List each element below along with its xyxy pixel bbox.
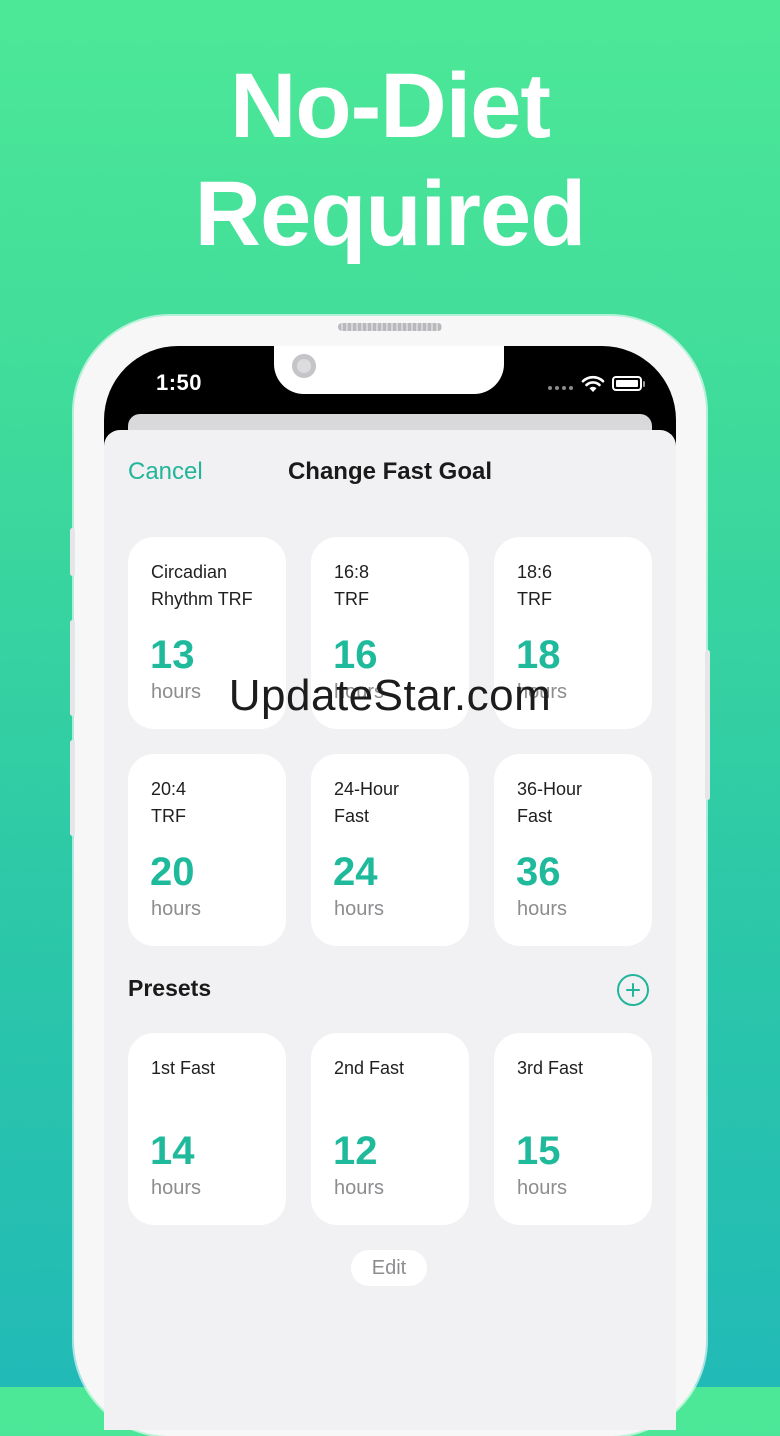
goal-unit: hours bbox=[517, 681, 568, 703]
cancel-button[interactable]: Cancel bbox=[128, 458, 203, 486]
battery-tip bbox=[643, 381, 645, 387]
goal-name: 24-Hour Fast bbox=[334, 779, 400, 826]
edit-presets-button[interactable]: Edit bbox=[351, 1250, 427, 1286]
goal-hours: 24 bbox=[333, 850, 378, 894]
preset-card-2[interactable]: 2nd Fast 12 hours bbox=[311, 1033, 469, 1225]
add-preset-button[interactable] bbox=[617, 974, 649, 1006]
headline-line-1: No-Diet bbox=[229, 55, 551, 157]
sheet-title: Change Fast Goal bbox=[287, 458, 493, 485]
goal-unit: hours bbox=[517, 898, 568, 920]
goal-name: 36-Hour Fast bbox=[517, 779, 583, 826]
preset-hours: 15 bbox=[516, 1129, 561, 1173]
goal-name: 18:6 TRF bbox=[517, 562, 553, 609]
headline-line-2: Required bbox=[194, 163, 587, 265]
power-button bbox=[705, 650, 710, 800]
status-icons bbox=[546, 374, 656, 394]
preset-card-1[interactable]: 1st Fast 14 hours bbox=[128, 1033, 286, 1225]
wifi-icon bbox=[581, 375, 605, 392]
preset-card-3[interactable]: 3rd Fast 15 hours bbox=[494, 1033, 652, 1225]
preset-unit: hours bbox=[517, 1177, 568, 1199]
preset-unit: hours bbox=[334, 1177, 385, 1199]
battery-icon bbox=[612, 376, 642, 391]
goal-card-36-hour[interactable]: 36-Hour Fast 36 hours bbox=[494, 754, 652, 946]
goal-card-16-8[interactable]: 16:8 TRF 16 hours bbox=[311, 537, 469, 729]
goal-unit: hours bbox=[334, 898, 385, 920]
preset-name: 1st Fast bbox=[151, 1058, 216, 1078]
preset-name: 3rd Fast bbox=[517, 1058, 584, 1078]
goal-hours: 36 bbox=[516, 850, 561, 894]
speaker-grille bbox=[338, 323, 442, 331]
status-time: 1:50 bbox=[156, 370, 203, 395]
goal-card-20-4[interactable]: 20:4 TRF 20 hours bbox=[128, 754, 286, 946]
goal-hours: 20 bbox=[150, 850, 195, 894]
headline: No-Diet Required bbox=[0, 52, 780, 268]
goal-card-24-hour[interactable]: 24-Hour Fast 24 hours bbox=[311, 754, 469, 946]
preset-name: 2nd Fast bbox=[334, 1058, 405, 1078]
preset-hours: 12 bbox=[333, 1129, 378, 1173]
goal-name: 16:8 TRF bbox=[334, 562, 370, 609]
volume-down-button bbox=[70, 740, 75, 836]
goal-card-18-6[interactable]: 18:6 TRF 18 hours bbox=[494, 537, 652, 729]
side-button bbox=[70, 528, 75, 576]
goal-unit: hours bbox=[151, 681, 202, 703]
goal-hours: 18 bbox=[516, 633, 561, 677]
preset-unit: hours bbox=[151, 1177, 202, 1199]
camera-icon bbox=[292, 354, 316, 378]
goal-hours: 16 bbox=[333, 633, 378, 677]
goal-card-circadian[interactable]: Circadian Rhythm TRF 13 hours bbox=[128, 537, 286, 729]
goal-unit: hours bbox=[151, 898, 202, 920]
goal-hours: 13 bbox=[150, 633, 195, 677]
goal-name: Circadian Rhythm TRF bbox=[151, 562, 253, 609]
volume-up-button bbox=[70, 620, 75, 716]
goal-unit: hours bbox=[334, 681, 385, 703]
goal-name: 20:4 TRF bbox=[151, 779, 187, 826]
preset-hours: 14 bbox=[150, 1129, 195, 1173]
presets-heading: Presets bbox=[128, 975, 212, 1001]
